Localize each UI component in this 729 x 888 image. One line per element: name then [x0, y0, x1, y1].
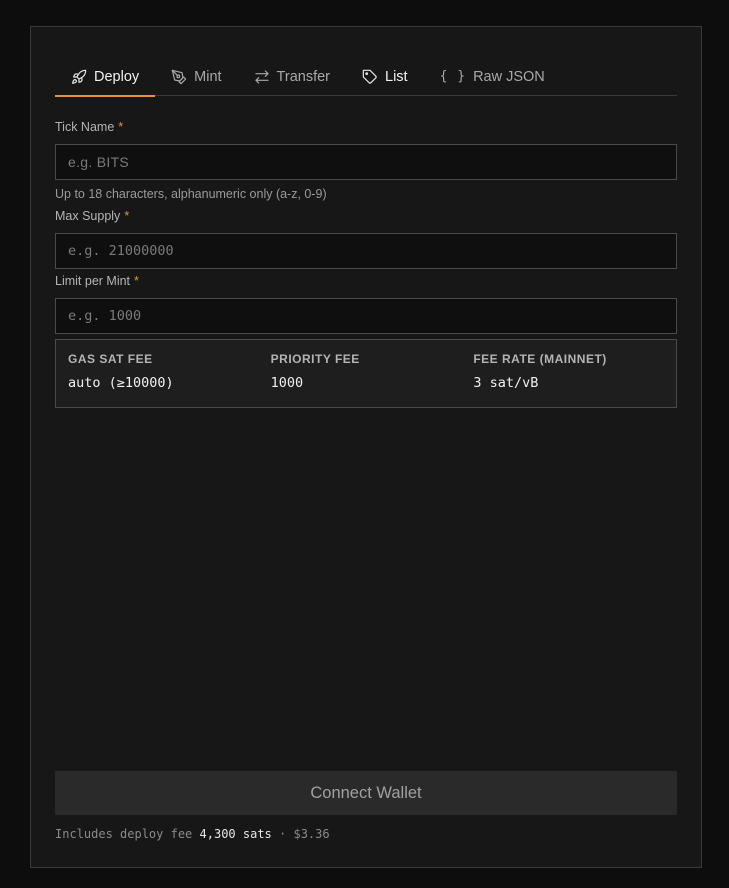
tab-label: Deploy — [94, 68, 140, 85]
fee-value: 3 sat/vB — [473, 375, 539, 391]
tab-label: List — [385, 68, 408, 85]
fee-heading: GAS SAT FEE — [68, 352, 153, 366]
label-text: Tick Name — [55, 120, 115, 134]
tick-name-label: Tick Name * — [55, 120, 123, 134]
tick-name-hint: Up to 18 characters, alphanumeric only (… — [55, 187, 327, 201]
deploy-panel: Deploy Mint Transfer List {} Raw JSON T… — [30, 26, 702, 868]
deploy-fee-note: Includes deploy fee 4,300 sats · $3.36 — [55, 827, 330, 841]
tag-icon — [362, 69, 377, 84]
tick-name-input[interactable] — [55, 144, 677, 180]
tab-bar: Deploy Mint Transfer List {} Raw JSON — [55, 57, 677, 97]
tab-deploy[interactable]: Deploy — [55, 57, 156, 97]
gas-sat-fee: GAS SAT FEE auto (≥10000) — [68, 352, 271, 407]
fee-note-separator: · — [279, 827, 287, 841]
braces-icon: { } — [439, 69, 467, 84]
tab-raw-json[interactable]: { } Raw JSON — [424, 57, 561, 96]
required-marker: * — [124, 209, 130, 223]
tab-list[interactable]: List — [346, 57, 424, 96]
fee-heading: FEE RATE (MAINNET) — [473, 352, 607, 366]
fee-heading: PRIORITY FEE — [270, 352, 360, 366]
fee-note-prefix: Includes deploy fee — [55, 827, 193, 841]
tab-label: Transfer — [276, 68, 330, 85]
limit-per-mint-label: Limit per Mint * — [55, 274, 139, 288]
fee-note-usd: $3.36 — [293, 827, 330, 841]
max-supply-input[interactable] — [55, 233, 677, 269]
pen-nib-icon — [171, 69, 187, 84]
tab-label: Raw JSON — [473, 68, 545, 85]
fee-summary: GAS SAT FEE auto (≥10000) PRIORITY FEE 1… — [55, 339, 677, 408]
max-supply-label: Max Supply * — [55, 209, 129, 223]
tab-mint[interactable]: Mint — [155, 57, 237, 96]
tab-transfer[interactable]: Transfer — [238, 57, 346, 96]
fee-value: auto (≥10000) — [68, 375, 174, 391]
required-marker: * — [134, 274, 139, 288]
arrows-swap-icon — [254, 69, 269, 84]
rocket-icon — [72, 69, 87, 84]
fee-value: 1000 — [270, 375, 304, 391]
required-marker: * — [118, 120, 124, 134]
limit-per-mint-input[interactable] — [55, 298, 677, 334]
connect-wallet-button[interactable]: Connect Wallet — [55, 771, 677, 815]
tab-label: Mint — [194, 68, 222, 85]
fee-note-sats: 4,300 sats — [199, 827, 272, 841]
label-text: Limit per Mint — [55, 274, 131, 288]
priority-fee: PRIORITY FEE 1000 — [271, 352, 474, 407]
label-text: Max Supply — [55, 209, 121, 223]
fee-rate: FEE RATE (MAINNET) 3 sat/vB — [473, 352, 676, 407]
